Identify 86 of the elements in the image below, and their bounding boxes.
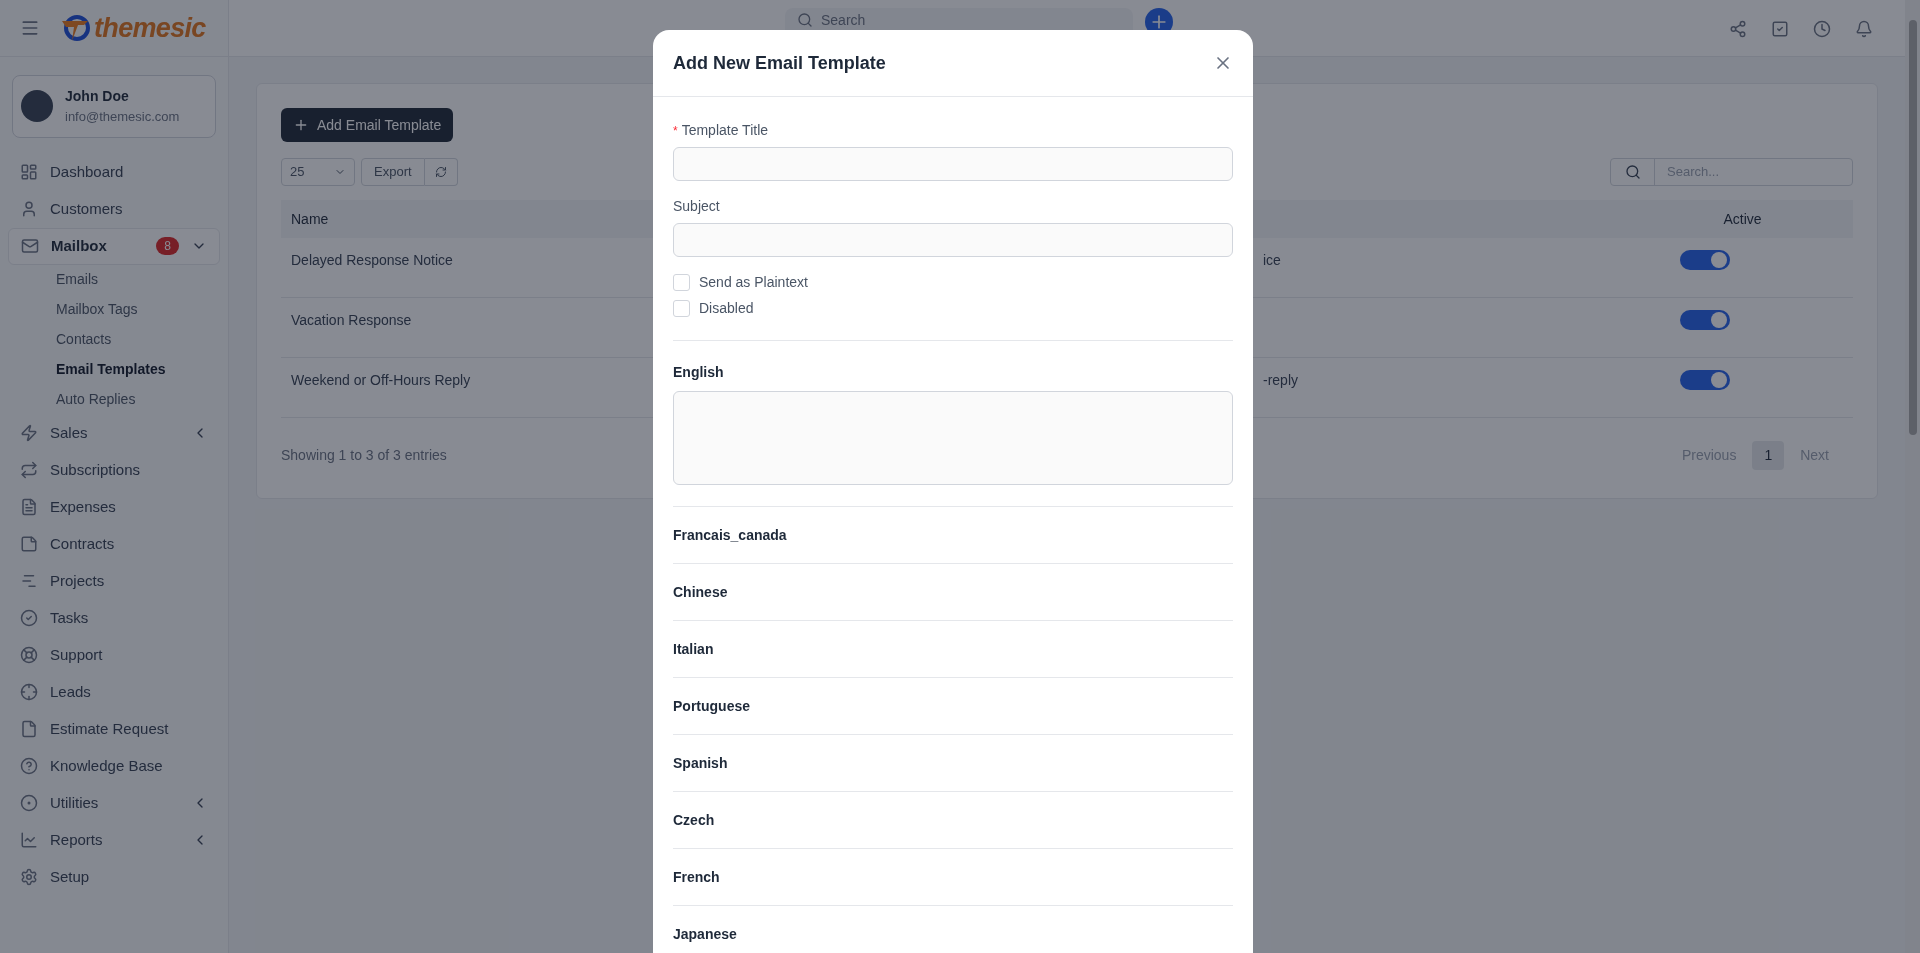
language-heading: English bbox=[673, 363, 725, 382]
document-icon bbox=[20, 498, 38, 516]
clock-icon[interactable] bbox=[1813, 20, 1831, 38]
search-icon bbox=[1624, 164, 1641, 180]
sidebar-item[interactable]: Subscriptions bbox=[8, 451, 220, 489]
lifebuoy-icon bbox=[20, 646, 38, 664]
checkbox-label: Disabled bbox=[699, 299, 754, 318]
sidebar-item[interactable]: Support bbox=[8, 636, 220, 674]
mail-icon bbox=[21, 237, 39, 255]
language-heading[interactable]: Francais_canada bbox=[673, 524, 787, 546]
file-icon bbox=[20, 720, 38, 738]
checkbox[interactable] bbox=[673, 300, 690, 317]
toggle-switch[interactable] bbox=[1679, 370, 1730, 390]
sidebar-item[interactable]: Tasks bbox=[8, 599, 220, 637]
sidebar-item[interactable]: Projects bbox=[8, 562, 220, 600]
submenu-item[interactable]: Auto Replies bbox=[56, 384, 228, 415]
settings-icon bbox=[20, 868, 38, 886]
checkbox-icon[interactable] bbox=[1771, 20, 1789, 38]
language-heading[interactable]: Chinese bbox=[673, 581, 728, 603]
language-heading[interactable]: Portuguese bbox=[673, 695, 750, 717]
gantt-icon bbox=[20, 572, 38, 590]
sidebar-item[interactable]: Leads bbox=[8, 673, 220, 711]
toggle-switch[interactable] bbox=[1679, 310, 1730, 330]
sidebar-item[interactable]: Mailbox 8 bbox=[8, 227, 220, 265]
input-field[interactable] bbox=[673, 147, 1233, 181]
sidebar-item[interactable]: Sales bbox=[8, 414, 220, 452]
sidebar-item[interactable]: Utilities bbox=[8, 784, 220, 822]
search-icon bbox=[797, 12, 813, 28]
submenu-item[interactable]: Contacts bbox=[56, 324, 228, 355]
menu-icon[interactable] bbox=[20, 18, 40, 38]
count-badge: 8 bbox=[156, 237, 179, 255]
note-icon bbox=[20, 535, 38, 553]
sidebar-item[interactable]: Knowledge Base bbox=[8, 747, 220, 785]
add-template-button[interactable]: Add Email Template bbox=[281, 108, 454, 142]
user-name: John Doe bbox=[65, 87, 130, 106]
sidebar-item[interactable]: Dashboard bbox=[8, 153, 220, 191]
language-heading[interactable]: Czech bbox=[673, 809, 715, 831]
share-icon[interactable] bbox=[1729, 20, 1747, 38]
language-heading[interactable]: French bbox=[673, 866, 720, 888]
sidebar-item[interactable]: Customers bbox=[8, 190, 220, 228]
sidebar-item[interactable]: Setup bbox=[8, 858, 220, 896]
crosshair-icon bbox=[20, 683, 38, 701]
logo-text: themesic bbox=[94, 11, 206, 45]
lightning-icon bbox=[20, 424, 38, 442]
table-cell: Vacation Response bbox=[291, 312, 412, 328]
check-circle-icon bbox=[20, 609, 38, 627]
sidebar-item[interactable]: Estimate Request bbox=[8, 710, 220, 748]
user-icon bbox=[20, 200, 38, 218]
export-button[interactable]: Export bbox=[361, 158, 425, 186]
bell-icon[interactable] bbox=[1855, 20, 1873, 38]
table-cell: Delayed Response Notice bbox=[291, 252, 453, 268]
radio-icon bbox=[20, 794, 38, 812]
user-card[interactable]: John Doe info@themesic.com bbox=[12, 75, 216, 138]
modal-title: Add New Email Template bbox=[673, 51, 886, 75]
language-heading[interactable]: Spanish bbox=[673, 752, 728, 774]
submenu-item[interactable]: Email Templates bbox=[56, 354, 228, 385]
checkbox[interactable] bbox=[673, 274, 690, 291]
language-heading[interactable]: Japanese bbox=[673, 923, 737, 945]
page-size-select[interactable]: 25 bbox=[281, 158, 355, 186]
entries-info: Showing 1 to 3 of 3 entries bbox=[281, 446, 447, 465]
refresh-icon bbox=[434, 166, 447, 178]
checkbox-label: Send as Plaintext bbox=[699, 273, 808, 292]
table-cell: ice bbox=[1263, 252, 1281, 268]
submenu-item[interactable]: Emails bbox=[56, 264, 228, 295]
required-mark: * bbox=[673, 122, 678, 140]
plus-icon bbox=[293, 117, 309, 133]
field-label: Subject bbox=[673, 197, 720, 216]
field-label: Template Title bbox=[681, 121, 769, 140]
sidebar-item[interactable]: Contracts bbox=[8, 525, 220, 563]
refresh-button[interactable] bbox=[424, 158, 458, 186]
repeat-icon bbox=[20, 461, 38, 479]
dashboard-icon bbox=[20, 163, 38, 181]
avatar bbox=[21, 90, 53, 123]
toggle-switch[interactable] bbox=[1679, 250, 1730, 270]
input-field[interactable] bbox=[673, 223, 1233, 257]
sidebar-item[interactable]: Expenses bbox=[8, 488, 220, 526]
chart-icon bbox=[20, 831, 38, 849]
submenu-item[interactable]: Mailbox Tags bbox=[56, 294, 228, 325]
sidebar-item[interactable]: Reports bbox=[8, 821, 220, 859]
table-cell: -reply bbox=[1263, 372, 1298, 388]
column-header[interactable]: Active bbox=[1632, 208, 1853, 230]
page-button[interactable]: 1 bbox=[1752, 441, 1785, 470]
table-cell: Weekend or Off-Hours Reply bbox=[291, 372, 471, 388]
user-email: info@themesic.com bbox=[65, 108, 180, 126]
help-icon bbox=[20, 757, 38, 775]
language-heading[interactable]: Italian bbox=[673, 638, 714, 660]
